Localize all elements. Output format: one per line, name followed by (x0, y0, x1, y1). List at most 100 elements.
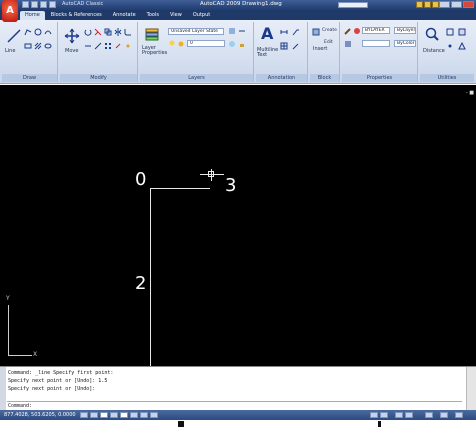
layer-combo[interactable]: 0 (187, 40, 225, 47)
stretch-icon[interactable] (84, 42, 92, 50)
create-label[interactable]: Create (322, 28, 337, 33)
open-icon[interactable] (31, 1, 38, 8)
array-icon[interactable] (104, 42, 112, 50)
layer-match-icon[interactable] (238, 27, 246, 35)
polyline-icon[interactable] (24, 28, 32, 36)
rotate-icon[interactable] (84, 28, 92, 36)
insert-label[interactable]: Insert (313, 46, 327, 52)
panel-label-draw[interactable]: Draw (2, 74, 57, 82)
bulb-icon[interactable] (168, 40, 176, 48)
osnap-toggle[interactable] (120, 412, 128, 418)
panel-label-layers[interactable]: Layers (140, 74, 253, 82)
tab-tools[interactable]: Tools (142, 11, 164, 20)
panel-label-block[interactable]: Block (310, 74, 339, 82)
tab-home[interactable]: Home (20, 11, 45, 20)
otrack-toggle[interactable] (130, 412, 138, 418)
favorites-icon[interactable] (424, 1, 431, 8)
layer-properties-label[interactable]: Layer Properties (142, 46, 167, 56)
lineweight-combo[interactable] (362, 40, 390, 47)
undo-icon[interactable] (49, 1, 56, 8)
leader-icon[interactable] (292, 28, 300, 36)
save-icon[interactable] (40, 1, 47, 8)
panel-label-utilities[interactable]: Utilities (420, 74, 474, 82)
linetype-combo[interactable]: ByLayer (394, 27, 416, 34)
drawing-area[interactable]: - ■ 0 3 2 Y X (0, 85, 476, 366)
application-menu-button[interactable]: A (2, 0, 18, 22)
fillet-icon[interactable] (124, 28, 132, 36)
help-icon[interactable] (432, 1, 439, 8)
panel-label-annotation[interactable]: Annotation (256, 74, 307, 82)
scale-icon[interactable] (94, 42, 102, 50)
ducs-toggle[interactable] (140, 412, 148, 418)
bylayer-combo[interactable]: BYLAYER (362, 27, 390, 34)
arc-icon[interactable] (44, 28, 52, 36)
explode-icon[interactable] (124, 42, 132, 50)
lock-button[interactable] (455, 412, 463, 418)
tab-blocks-references[interactable]: Blocks & References (46, 11, 107, 20)
vertical-line[interactable] (150, 188, 151, 366)
multiline-text-label[interactable]: Multiline Text (257, 48, 278, 58)
tab-output[interactable]: Output (188, 11, 215, 20)
mirror-icon[interactable] (114, 28, 122, 36)
tab-annotate[interactable]: Annotate (108, 11, 141, 20)
pan-button[interactable] (395, 412, 403, 418)
grid-toggle[interactable] (90, 412, 98, 418)
panel-label-modify[interactable]: Modify (60, 74, 137, 82)
zoom-icon[interactable] (424, 26, 440, 42)
line-icon[interactable] (6, 28, 22, 44)
viewport-controls[interactable]: - ■ (466, 90, 474, 96)
layout-button[interactable] (380, 412, 388, 418)
line-tool-label[interactable]: Line (5, 48, 15, 54)
distance-label[interactable]: Distance (423, 48, 445, 54)
match-properties-icon[interactable] (344, 27, 352, 35)
coordinate-readout[interactable]: 877.4028, 503.6205, 0.0000 (4, 412, 76, 418)
communication-icon[interactable] (416, 1, 423, 8)
circle-icon[interactable] (34, 28, 42, 36)
hatch-icon[interactable] (34, 42, 42, 50)
polar-toggle[interactable] (110, 412, 118, 418)
move-tool-label[interactable]: Move (65, 48, 78, 54)
list-icon[interactable] (344, 40, 352, 48)
insert-icon[interactable] (312, 28, 320, 36)
zoom-button[interactable] (405, 412, 413, 418)
color-icon[interactable] (353, 27, 361, 35)
command-scrollbar[interactable] (466, 367, 476, 411)
table-icon[interactable] (280, 42, 288, 50)
horizontal-line[interactable] (150, 188, 210, 189)
layer-state-combo[interactable]: Unsaved Layer State (168, 28, 224, 35)
new-icon[interactable] (22, 1, 29, 8)
workspace-label[interactable]: AutoCAD Classic (62, 1, 103, 7)
region-icon[interactable] (44, 42, 52, 50)
id-point-icon[interactable] (446, 42, 454, 50)
dyn-toggle[interactable] (150, 412, 158, 418)
close-button[interactable] (463, 1, 474, 8)
layer-freeze-icon[interactable] (228, 40, 236, 48)
calculator-icon[interactable] (458, 28, 466, 36)
quick-select-icon[interactable] (446, 28, 454, 36)
rectangle-icon[interactable] (24, 42, 32, 50)
maximize-button[interactable] (451, 1, 462, 8)
sun-icon[interactable] (177, 40, 185, 48)
area-icon[interactable] (458, 42, 466, 50)
ortho-toggle[interactable] (100, 412, 108, 418)
text-icon[interactable]: A (261, 24, 273, 43)
search-input[interactable] (338, 2, 368, 8)
tab-view[interactable]: View (165, 11, 187, 20)
dimension-icon[interactable] (280, 28, 288, 36)
minimize-button[interactable] (439, 1, 450, 8)
trim-icon[interactable] (94, 28, 102, 36)
command-input[interactable]: Command: (7, 401, 462, 409)
workspace-button[interactable] (440, 412, 448, 418)
bycolor-combo[interactable]: ByColor (394, 40, 416, 47)
snap-toggle[interactable] (80, 412, 88, 418)
edit-label[interactable]: Edit (324, 40, 333, 45)
layer-state-icon[interactable] (228, 27, 236, 35)
annotation-scale-button[interactable] (425, 412, 433, 418)
model-button[interactable] (370, 412, 378, 418)
multileader-icon[interactable] (292, 42, 300, 50)
copy-icon[interactable] (104, 28, 112, 36)
layer-icon[interactable] (144, 26, 160, 42)
command-window-grip[interactable] (0, 367, 6, 411)
layer-lock-icon[interactable] (238, 40, 246, 48)
panel-label-properties[interactable]: Properties (342, 74, 417, 82)
